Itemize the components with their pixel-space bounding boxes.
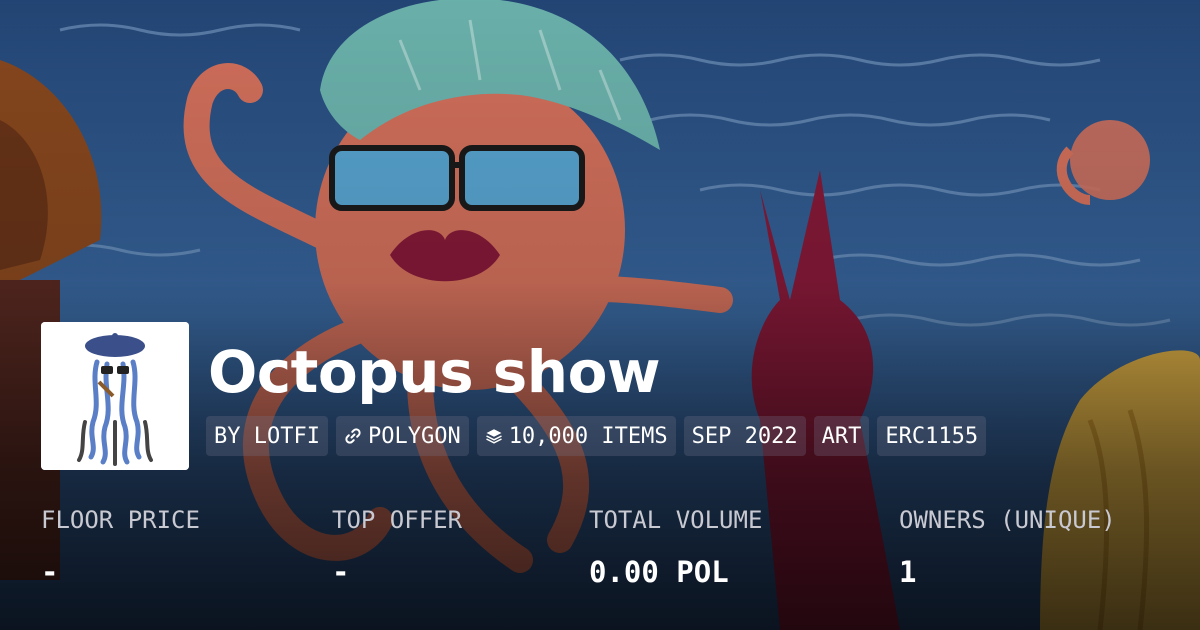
chain-tag[interactable]: POLYGON	[335, 416, 469, 456]
stat-value: -	[41, 555, 59, 589]
stat-total-volume: TOTAL VOLUME 0.00 POL	[589, 498, 762, 602]
tag-label: ART	[821, 423, 862, 449]
tag-label: BY LOTFI	[214, 423, 320, 449]
collection-tags: BY LOTFI POLYGON 10,000 ITEMS SEP 2022 A…	[206, 416, 987, 456]
items-tag[interactable]: 10,000 ITEMS	[476, 416, 676, 456]
layers-icon	[485, 429, 502, 444]
link-icon	[345, 428, 361, 444]
creator-tag[interactable]: BY LOTFI	[206, 416, 328, 456]
stat-top-offer: TOP OFFER -	[332, 498, 462, 602]
stat-label: TOP OFFER	[332, 506, 463, 534]
tag-label: SEP 2022	[691, 423, 798, 449]
category-tag[interactable]: ART	[813, 416, 870, 456]
collection-stats: FLOOR PRICE - TOP OFFER - TOTAL VOLUME 0…	[0, 498, 1200, 608]
stat-label: FLOOR PRICE	[41, 506, 200, 534]
tag-label: 10,000 ITEMS	[508, 423, 668, 449]
stat-label: TOTAL VOLUME	[589, 506, 763, 534]
stat-floor-price: FLOOR PRICE -	[41, 498, 200, 602]
stat-value: -	[332, 555, 350, 589]
standard-tag[interactable]: ERC1155	[877, 416, 987, 456]
stat-value: 1	[899, 555, 917, 589]
collection-logo	[41, 322, 189, 470]
tag-label: ERC1155	[885, 423, 979, 449]
stat-owners: OWNERS (UNIQUE) 1	[899, 498, 1116, 602]
stat-value: 0.00 POL	[589, 555, 729, 589]
tag-label: POLYGON	[367, 423, 461, 449]
date-tag[interactable]: SEP 2022	[683, 416, 806, 456]
stat-label: OWNERS (UNIQUE)	[899, 506, 1116, 534]
collection-title: Octopus show	[208, 338, 661, 406]
